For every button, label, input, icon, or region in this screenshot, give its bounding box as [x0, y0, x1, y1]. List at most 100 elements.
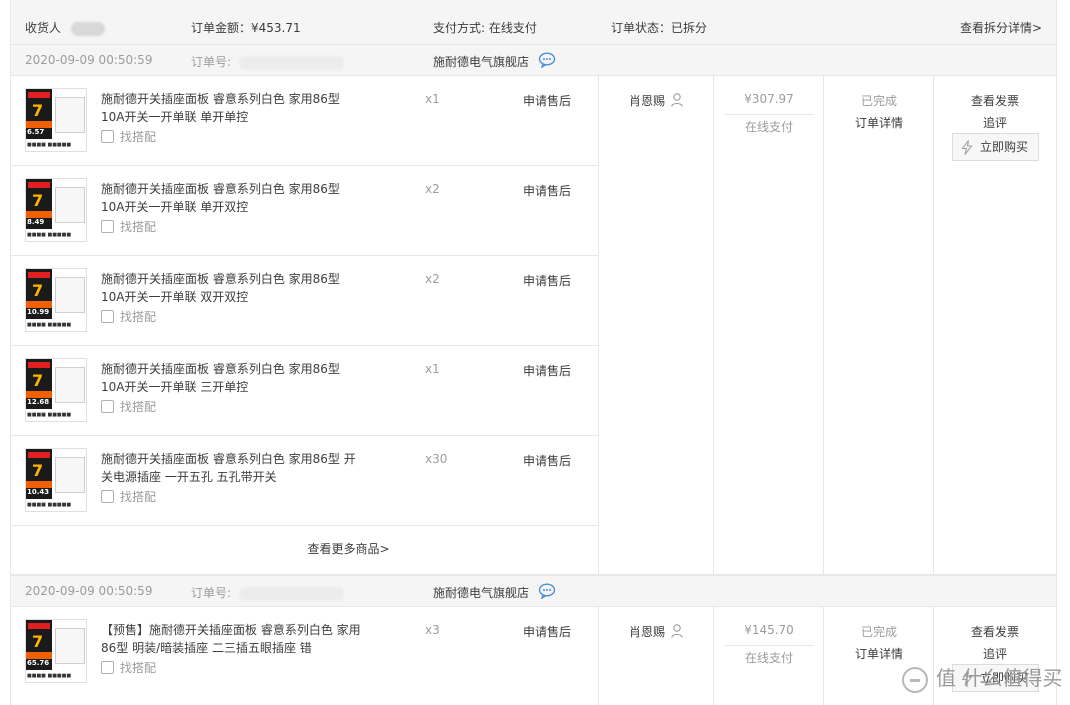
product-name[interactable]: 施耐德开关插座面板 睿意系列白色 家用86型 10A开关一开单联 单开双控 [101, 180, 361, 216]
follow-up-review-link[interactable]: 追评 [934, 645, 1056, 662]
user-icon [671, 624, 683, 638]
order-total: 订单金额：¥453.71 [191, 21, 301, 35]
buyer: 肖恩赐 [629, 623, 683, 640]
after-sale-link[interactable]: 申请售后 [523, 452, 571, 469]
find-match-label: 找搭配 [120, 130, 157, 144]
match-icon [101, 400, 114, 413]
match-icon [101, 490, 114, 503]
watermark-text: 值 什么值得买 [936, 666, 1063, 690]
order-amount: ¥307.97 [744, 92, 794, 106]
receiver-name-blurred [71, 21, 106, 36]
find-match-link[interactable]: 找搭配 [101, 659, 156, 676]
order-status-text: 已完成 [860, 94, 897, 108]
product-name[interactable]: 施耐德开关插座面板 睿意系列白色 家用86型 10A开关一开单联 单开单控 [101, 90, 361, 126]
site-watermark: 值 什么值得买 [902, 662, 1062, 698]
order-header: 2020-09-09 00:50:59 订单号: 施耐德电气旗舰店 [10, 44, 1057, 76]
buyer-name: 肖恩赐 [629, 94, 666, 108]
lightning-icon [961, 140, 973, 155]
find-match-label: 找搭配 [120, 661, 157, 675]
split-details-link[interactable]: 查看拆分详情> [960, 19, 1042, 36]
chat-icon[interactable] [538, 583, 556, 599]
find-match-link[interactable]: 找搭配 [101, 488, 156, 505]
goods-row: 7 12.68 ■■■■ ■■■■■ 施耐德开关插座面板 睿意系列白色 家用86… [11, 346, 598, 436]
product-thumbnail[interactable]: 7 65.76 ■■■■ ■■■■■ [25, 619, 87, 683]
view-invoice-link[interactable]: 查看发票 [934, 92, 1056, 109]
thumb-price: 10.43 [27, 488, 50, 496]
find-match-label: 找搭配 [120, 400, 157, 414]
product-name[interactable]: 施耐德开关插座面板 睿意系列白色 家用86型 10A开关一开单联 三开单控 [101, 360, 361, 396]
goods-row: 7 10.43 ■■■■ ■■■■■ 施耐德开关插座面板 睿意系列白色 家用86… [11, 436, 598, 526]
order-amount: ¥145.70 [744, 623, 794, 637]
shop-name[interactable]: 施耐德电气旗舰店 [433, 584, 529, 601]
match-icon [101, 661, 114, 674]
find-match-link[interactable]: 找搭配 [101, 128, 156, 145]
goods-row: 7 8.49 ■■■■ ■■■■■ 施耐德开关插座面板 睿意系列白色 家用86型… [11, 166, 598, 256]
shop-name[interactable]: 施耐德电气旗舰店 [433, 53, 529, 70]
order-number-blurred [239, 55, 345, 70]
quantity: x3 [425, 623, 440, 637]
buy-again-button[interactable]: 立即购买 [952, 133, 1039, 161]
order-body: 7 6.57 ■■■■ ■■■■■ 施耐德开关插座面板 睿意系列白色 家用86型… [10, 76, 1057, 575]
order-number: 订单号: [191, 53, 345, 70]
order-number-label: 订单号: [191, 55, 232, 69]
quantity: x2 [425, 272, 440, 286]
status-column: 已完成 订单详情 [824, 76, 934, 574]
quantity: x1 [425, 362, 440, 376]
watermark-logo-icon [902, 666, 928, 693]
find-match-link[interactable]: 找搭配 [101, 398, 156, 415]
order-status-text: 已完成 [860, 625, 897, 639]
product-thumbnail[interactable]: 7 10.99 ■■■■ ■■■■■ [25, 268, 87, 332]
product-name[interactable]: 施耐德开关插座面板 睿意系列白色 家用86型 开关电源插座 一开五孔 五孔带开关 [101, 450, 361, 486]
divider [724, 645, 814, 646]
goods-column: 7 65.76 ■■■■ ■■■■■ 【预售】施耐德开关插座面板 睿意系列白色 … [11, 607, 599, 705]
order-date: 2020-09-09 00:50:59 [25, 53, 153, 67]
product-thumbnail[interactable]: 7 10.43 ■■■■ ■■■■■ [25, 448, 87, 512]
thumb-price: 8.49 [27, 218, 45, 226]
product-name[interactable]: 施耐德开关插座面板 睿意系列白色 家用86型 10A开关一开单联 双开双控 [101, 270, 361, 306]
after-sale-link[interactable]: 申请售后 [523, 92, 571, 109]
after-sale-link[interactable]: 申请售后 [523, 362, 571, 379]
chat-icon[interactable] [538, 52, 556, 68]
product-thumbnail[interactable]: 7 12.68 ■■■■ ■■■■■ [25, 358, 87, 422]
product-thumbnail[interactable]: 7 6.57 ■■■■ ■■■■■ [25, 88, 87, 152]
product-thumbnail[interactable]: 7 8.49 ■■■■ ■■■■■ [25, 178, 87, 242]
quantity: x1 [425, 92, 440, 106]
after-sale-link[interactable]: 申请售后 [523, 182, 571, 199]
thumb-price: 10.99 [27, 308, 50, 316]
find-match-label: 找搭配 [120, 490, 157, 504]
view-invoice-link[interactable]: 查看发票 [934, 623, 1056, 640]
product-name[interactable]: 【预售】施耐德开关插座面板 睿意系列白色 家用86型 明装/暗装插座 二三插五眼… [101, 621, 361, 657]
order-detail-link[interactable]: 订单详情 [824, 645, 934, 662]
order-header: 2020-09-09 00:50:59 订单号: 施耐德电气旗舰店 [10, 575, 1057, 607]
quantity: x30 [425, 452, 448, 466]
after-sale-link[interactable]: 申请售后 [523, 272, 571, 289]
actions-column: 查看发票 追评 立即购买 [934, 76, 1056, 574]
payment-type: 在线支付 [744, 120, 793, 134]
goods-row: 7 10.99 ■■■■ ■■■■■ 施耐德开关插座面板 睿意系列白色 家用86… [11, 256, 598, 346]
goods-row: 7 6.57 ■■■■ ■■■■■ 施耐德开关插座面板 睿意系列白色 家用86型… [11, 76, 598, 166]
goods-column: 7 6.57 ■■■■ ■■■■■ 施耐德开关插座面板 睿意系列白色 家用86型… [11, 76, 599, 574]
order-summary-bar: 收货人 订单金额：¥453.71 支付方式: 在线支付 订单状态：已拆分 查看拆… [10, 0, 1057, 45]
payment-method: 支付方式: 在线支付 [433, 21, 537, 35]
amount-column: ¥145.70 在线支付 [714, 607, 824, 705]
user-icon [671, 93, 683, 107]
find-match-link[interactable]: 找搭配 [101, 308, 156, 325]
goods-row: 7 65.76 ■■■■ ■■■■■ 【预售】施耐德开关插座面板 睿意系列白色 … [11, 607, 598, 697]
order-number-blurred [239, 586, 345, 601]
follow-up-review-link[interactable]: 追评 [934, 114, 1056, 131]
order-number-label: 订单号: [191, 586, 232, 600]
order-detail-link[interactable]: 订单详情 [824, 114, 934, 131]
divider [724, 114, 814, 115]
find-match-label: 找搭配 [120, 220, 157, 234]
thumb-price: 12.68 [27, 398, 50, 406]
receiver-label: 收货人 [25, 21, 62, 35]
match-icon [101, 220, 114, 233]
receiver: 收货人 [25, 19, 106, 36]
buyer: 肖恩赐 [629, 92, 683, 109]
find-match-label: 找搭配 [120, 310, 157, 324]
more-products-link[interactable]: 查看更多商品> [11, 526, 598, 573]
find-match-link[interactable]: 找搭配 [101, 218, 156, 235]
thumb-price: 6.57 [27, 128, 45, 136]
buyer-column: 肖恩赐 [599, 76, 714, 574]
after-sale-link[interactable]: 申请售后 [523, 623, 571, 640]
